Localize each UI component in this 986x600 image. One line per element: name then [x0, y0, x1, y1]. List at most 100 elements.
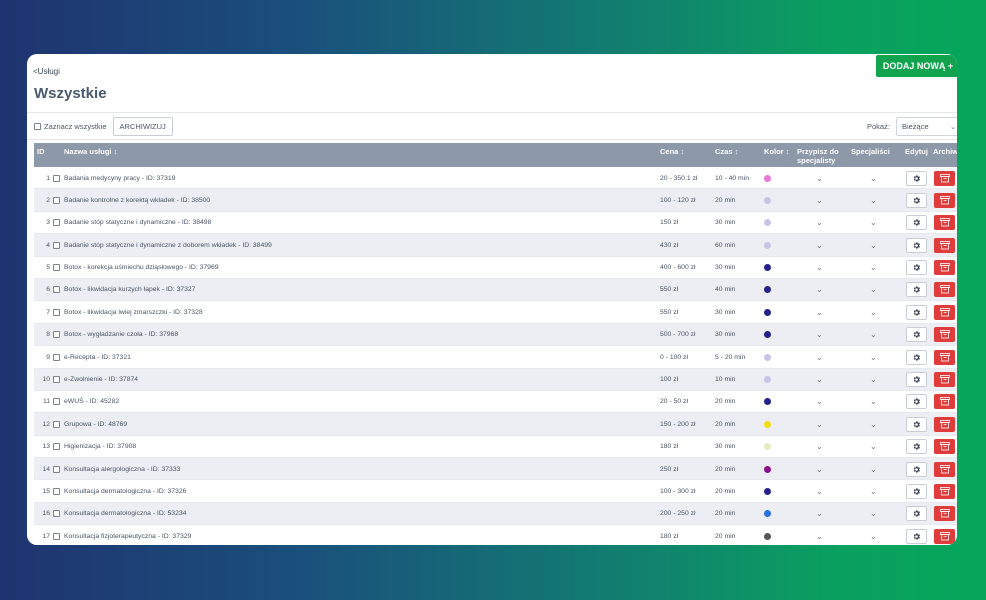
specialists-toggle[interactable]: ⌄	[870, 212, 877, 234]
chevron-down-icon[interactable]: ⌄	[870, 442, 877, 451]
assign-specialist-toggle[interactable]: ⌄	[816, 279, 823, 301]
archive-button[interactable]	[934, 260, 955, 276]
chevron-down-icon[interactable]: ⌄	[870, 263, 877, 272]
archive-button[interactable]	[934, 327, 955, 343]
chevron-down-icon[interactable]: ⌄	[870, 308, 877, 317]
row-checkbox[interactable]	[53, 532, 60, 540]
specialists-toggle[interactable]: ⌄	[870, 346, 877, 368]
specialists-toggle[interactable]: ⌄	[870, 234, 877, 256]
row-checkbox[interactable]	[53, 510, 60, 518]
edit-button[interactable]	[906, 304, 927, 320]
edit-button[interactable]	[906, 327, 927, 343]
edit-button[interactable]	[906, 237, 927, 253]
edit-button[interactable]	[906, 483, 927, 499]
specialists-toggle[interactable]: ⌄	[870, 480, 877, 502]
archive-button[interactable]	[934, 461, 955, 477]
assign-specialist-toggle[interactable]: ⌄	[816, 458, 823, 480]
row-checkbox[interactable]	[53, 331, 60, 339]
archive-button[interactable]	[934, 215, 955, 231]
row-checkbox[interactable]	[53, 465, 60, 473]
specialists-toggle[interactable]: ⌄	[870, 525, 877, 545]
archive-button[interactable]	[934, 528, 955, 544]
assign-specialist-toggle[interactable]: ⌄	[816, 413, 823, 435]
chevron-down-icon[interactable]: ⌄	[816, 218, 823, 227]
specialists-toggle[interactable]: ⌄	[870, 458, 877, 480]
archive-button[interactable]	[934, 439, 955, 455]
assign-specialist-toggle[interactable]: ⌄	[816, 436, 823, 458]
row-checkbox[interactable]	[53, 174, 60, 182]
chevron-down-icon[interactable]: ⌄	[870, 241, 877, 250]
row-checkbox[interactable]	[53, 308, 60, 316]
row-checkbox[interactable]	[53, 398, 60, 406]
col-name-header[interactable]: Nazwa usługi ↕	[64, 147, 117, 156]
chevron-down-icon[interactable]: ⌄	[816, 509, 823, 518]
row-checkbox[interactable]	[53, 219, 60, 227]
edit-button[interactable]	[906, 260, 927, 276]
specialists-toggle[interactable]: ⌄	[870, 413, 877, 435]
chevron-down-icon[interactable]: ⌄	[870, 196, 877, 205]
chevron-down-icon[interactable]: ⌄	[870, 353, 877, 362]
edit-button[interactable]	[906, 416, 927, 432]
chevron-down-icon[interactable]: ⌄	[870, 218, 877, 227]
chevron-down-icon[interactable]: ⌄	[870, 174, 877, 183]
chevron-down-icon[interactable]: ⌄	[870, 285, 877, 294]
archive-button[interactable]	[934, 416, 955, 432]
row-checkbox[interactable]	[53, 286, 60, 294]
edit-button[interactable]	[906, 192, 927, 208]
specialists-toggle[interactable]: ⌄	[870, 503, 877, 525]
chevron-down-icon[interactable]: ⌄	[870, 397, 877, 406]
assign-specialist-toggle[interactable]: ⌄	[816, 369, 823, 391]
specialists-toggle[interactable]: ⌄	[870, 167, 877, 189]
edit-button[interactable]	[906, 439, 927, 455]
archive-selected-button[interactable]: ARCHIWIZUJ	[112, 117, 173, 136]
archive-button[interactable]	[934, 304, 955, 320]
archive-button[interactable]	[934, 394, 955, 410]
chevron-down-icon[interactable]: ⌄	[816, 285, 823, 294]
col-time-header[interactable]: Czas ↕	[715, 147, 738, 156]
specialists-toggle[interactable]: ⌄	[870, 436, 877, 458]
chevron-down-icon[interactable]: ⌄	[816, 487, 823, 496]
edit-button[interactable]	[906, 394, 927, 410]
assign-specialist-toggle[interactable]: ⌄	[816, 480, 823, 502]
back-link[interactable]: <Usługi	[33, 67, 60, 76]
archive-button[interactable]	[934, 483, 955, 499]
row-checkbox[interactable]	[53, 420, 60, 428]
chevron-down-icon[interactable]: ⌄	[816, 465, 823, 474]
specialists-toggle[interactable]: ⌄	[870, 279, 877, 301]
archive-button[interactable]	[934, 349, 955, 365]
add-new-button[interactable]: DODAJ NOWĄ +	[876, 55, 957, 77]
chevron-down-icon[interactable]: ⌄	[870, 487, 877, 496]
chevron-down-icon[interactable]: ⌄	[816, 353, 823, 362]
chevron-down-icon[interactable]: ⌄	[870, 420, 877, 429]
edit-button[interactable]	[906, 528, 927, 544]
chevron-down-icon[interactable]: ⌄	[816, 330, 823, 339]
row-checkbox[interactable]	[53, 376, 60, 384]
row-checkbox[interactable]	[53, 196, 60, 204]
chevron-down-icon[interactable]: ⌄	[816, 397, 823, 406]
chevron-down-icon[interactable]: ⌄	[816, 196, 823, 205]
chevron-down-icon[interactable]: ⌄	[870, 330, 877, 339]
chevron-down-icon[interactable]: ⌄	[816, 174, 823, 183]
assign-specialist-toggle[interactable]: ⌄	[816, 525, 823, 545]
edit-button[interactable]	[906, 282, 927, 298]
assign-specialist-toggle[interactable]: ⌄	[816, 212, 823, 234]
assign-specialist-toggle[interactable]: ⌄	[816, 189, 823, 211]
chevron-down-icon[interactable]: ⌄	[870, 465, 877, 474]
chevron-down-icon[interactable]: ⌄	[816, 308, 823, 317]
col-price-header[interactable]: Cena ↕	[660, 147, 684, 156]
chevron-down-icon[interactable]: ⌄	[816, 442, 823, 451]
archive-button[interactable]	[934, 372, 955, 388]
row-checkbox[interactable]	[53, 443, 60, 451]
row-checkbox[interactable]	[53, 241, 60, 249]
chevron-down-icon[interactable]: ⌄	[870, 509, 877, 518]
archive-button[interactable]	[934, 170, 955, 186]
assign-specialist-toggle[interactable]: ⌄	[816, 257, 823, 279]
select-all-checkbox[interactable]	[34, 123, 41, 130]
chevron-down-icon[interactable]: ⌄	[816, 263, 823, 272]
chevron-down-icon[interactable]: ⌄	[870, 532, 877, 541]
show-select[interactable]: Bieżące ⌄	[895, 117, 957, 136]
edit-button[interactable]	[906, 506, 927, 522]
specialists-toggle[interactable]: ⌄	[870, 324, 877, 346]
select-all[interactable]: Zaznacz wszystkie	[34, 122, 107, 131]
row-checkbox[interactable]	[53, 264, 60, 272]
